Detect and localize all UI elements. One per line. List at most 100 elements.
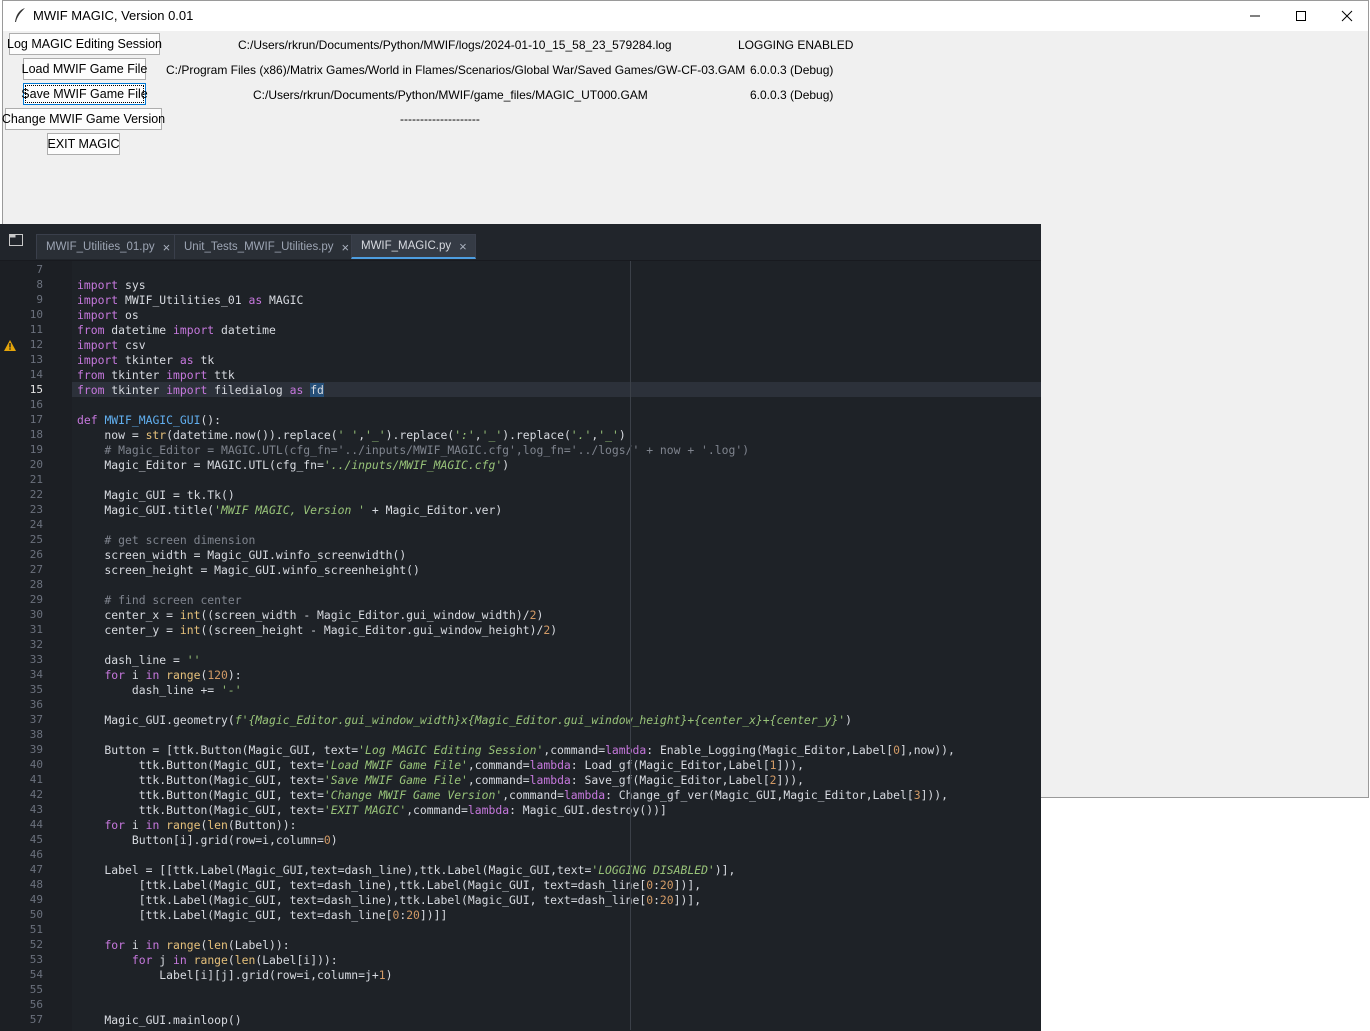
- line-number: 10: [29, 308, 43, 321]
- tab-label: MWIF_Utilities_01.py: [46, 241, 155, 253]
- code-line: ttk.Button(Magic_GUI, text='EXIT MAGIC',…: [77, 803, 667, 817]
- minimize-icon: [1250, 15, 1260, 17]
- minimize-button[interactable]: [1232, 1, 1278, 31]
- line-number: 32: [29, 638, 43, 651]
- code-line: import MWIF_Utilities_01 as MAGIC: [77, 293, 304, 307]
- tab-bar: MWIF_Utilities_01.py × Unit_Tests_MWIF_Ut…: [0, 224, 1041, 261]
- code-area[interactable]: import sys import MWIF_Utilities_01 as MA…: [77, 261, 1041, 1031]
- code-line: Label = [[ttk.Label(Magic_GUI,text=dash_…: [77, 863, 736, 877]
- line-number: 18: [29, 428, 43, 441]
- line-number: 19: [29, 443, 43, 456]
- code-line: Label[i][j].grid(row=i,column=j+1): [77, 968, 393, 982]
- line-number: 20: [29, 458, 43, 471]
- code-line: # Magic_Editor = MAGIC.UTL(cfg_fn='../in…: [77, 443, 750, 457]
- line-number: 13: [29, 353, 43, 366]
- code-line: from tkinter import ttk: [77, 368, 235, 382]
- feather-icon: [15, 8, 25, 22]
- code-line: screen_height = Magic_GUI.winfo_screenhe…: [77, 563, 420, 577]
- tab-unit-tests[interactable]: Unit_Tests_MWIF_Utilities.py ×: [174, 234, 359, 259]
- close-tab-icon[interactable]: ×: [342, 240, 350, 255]
- close-button[interactable]: [1324, 1, 1370, 31]
- exit-magic-button[interactable]: EXIT MAGIC: [47, 133, 120, 155]
- line-number: 24: [29, 518, 43, 531]
- code-line: # find screen center: [77, 593, 242, 607]
- close-tab-icon[interactable]: ×: [163, 240, 171, 255]
- window-list-icon[interactable]: [8, 233, 24, 247]
- code-line: dash_line = '': [77, 653, 201, 667]
- save-game-file-button[interactable]: Save MWIF Game File: [21, 83, 148, 105]
- code-editor: MWIF_Utilities_01.py × Unit_Tests_MWIF_Ut…: [0, 224, 1041, 1031]
- line-number: 37: [29, 713, 43, 726]
- line-number: 48: [29, 878, 43, 891]
- line-number: 57: [29, 1013, 43, 1026]
- code-line: import tkinter as tk: [77, 353, 215, 367]
- line-number: 54: [29, 968, 43, 981]
- line-number: 9: [36, 293, 43, 306]
- title-bar[interactable]: MWIF MAGIC, Version 0.01: [3, 1, 1368, 31]
- line-number: 50: [29, 908, 43, 921]
- tab-label: MWIF_MAGIC.py: [361, 240, 452, 252]
- line-number: 34: [29, 668, 43, 681]
- line-number: 47: [29, 863, 43, 876]
- code-line: from datetime import datetime: [77, 323, 276, 337]
- line-number: 21: [29, 473, 43, 486]
- maximize-icon: [1296, 11, 1306, 21]
- code-line: dash_line += '-': [77, 683, 242, 697]
- code-line: now = str(datetime.now()).replace(' ','_…: [77, 428, 626, 442]
- line-number: 53: [29, 953, 43, 966]
- maximize-button[interactable]: [1278, 1, 1324, 31]
- code-line: Magic_GUI = tk.Tk(): [77, 488, 235, 502]
- code-line: for i in range(120):: [104, 668, 242, 682]
- code-line: center_x = int((screen_width - Magic_Edi…: [77, 608, 544, 622]
- code-line: center_y = int((screen_height - Magic_Ed…: [77, 623, 558, 637]
- line-number: 28: [29, 578, 43, 591]
- line-number: 7: [36, 263, 43, 276]
- code-line: Button = [ttk.Button(Magic_GUI, text='Lo…: [77, 743, 955, 757]
- tab-mwif-utilities[interactable]: MWIF_Utilities_01.py ×: [36, 234, 180, 259]
- code-line: [ttk.Label(Magic_GUI, text=dash_line),tt…: [77, 878, 702, 892]
- code-line: from tkinter import filedialog as fd: [77, 383, 324, 397]
- line-number: 14: [29, 368, 43, 381]
- line-number: 38: [29, 728, 43, 741]
- log-session-button[interactable]: Log MAGIC Editing Session: [7, 33, 162, 55]
- line-number: 35: [29, 683, 43, 696]
- code-line: import sys: [77, 278, 146, 292]
- line-number: 43: [29, 803, 43, 816]
- code-line: for j in range(len(Label[i])):: [131, 953, 338, 967]
- line-number: 16: [29, 398, 43, 411]
- line-number: 26: [29, 548, 43, 561]
- code-line: [ttk.Label(Magic_GUI, text=dash_line[0:2…: [77, 908, 448, 922]
- line-number: 30: [29, 608, 43, 621]
- code-line: import csv: [77, 338, 146, 352]
- line-length-ruler: [630, 261, 631, 1030]
- close-tab-icon[interactable]: ×: [459, 239, 467, 254]
- code-line: ttk.Button(Magic_GUI, text='Change MWIF …: [77, 788, 948, 802]
- line-number: 41: [29, 773, 43, 786]
- line-number: 45: [29, 833, 43, 846]
- line-number: 44: [29, 818, 43, 831]
- code-line: Button[i].grid(row=i,column=0): [77, 833, 338, 847]
- line-number: 17: [29, 413, 43, 426]
- tab-label: Unit_Tests_MWIF_Utilities.py: [184, 241, 334, 253]
- line-number: 56: [29, 998, 43, 1011]
- line-number: 22: [29, 488, 43, 501]
- line-number: 46: [29, 848, 43, 861]
- load-game-file-button[interactable]: Load MWIF Game File: [22, 58, 147, 80]
- line-number: 31: [29, 623, 43, 636]
- line-number: 33: [29, 653, 43, 666]
- line-number: 39: [29, 743, 43, 756]
- warning-icon[interactable]: [4, 340, 16, 351]
- line-number: 27: [29, 563, 43, 576]
- close-icon: [1341, 10, 1353, 22]
- line-number: 29: [29, 593, 43, 606]
- line-number: 55: [29, 983, 43, 996]
- line-number: 11: [29, 323, 43, 336]
- save-path-label: C:/Users/rkrun/Documents/Python/MWIF/gam…: [253, 88, 648, 102]
- log-path-label: C:/Users/rkrun/Documents/Python/MWIF/log…: [238, 38, 672, 52]
- change-version-button[interactable]: Change MWIF Game Version: [2, 108, 165, 130]
- save-version-label: 6.0.0.3 (Debug): [750, 88, 834, 102]
- code-line: screen_width = Magic_GUI.winfo_screenwid…: [77, 548, 407, 562]
- line-gutter: 7 8 9 10 11 12 13 14 15 16 17 18 19 20 21 22 23 24 25 26 27 2…: [0, 261, 72, 1031]
- line-number: 49: [29, 893, 43, 906]
- tab-mwif-magic[interactable]: MWIF_MAGIC.py ×: [351, 234, 476, 259]
